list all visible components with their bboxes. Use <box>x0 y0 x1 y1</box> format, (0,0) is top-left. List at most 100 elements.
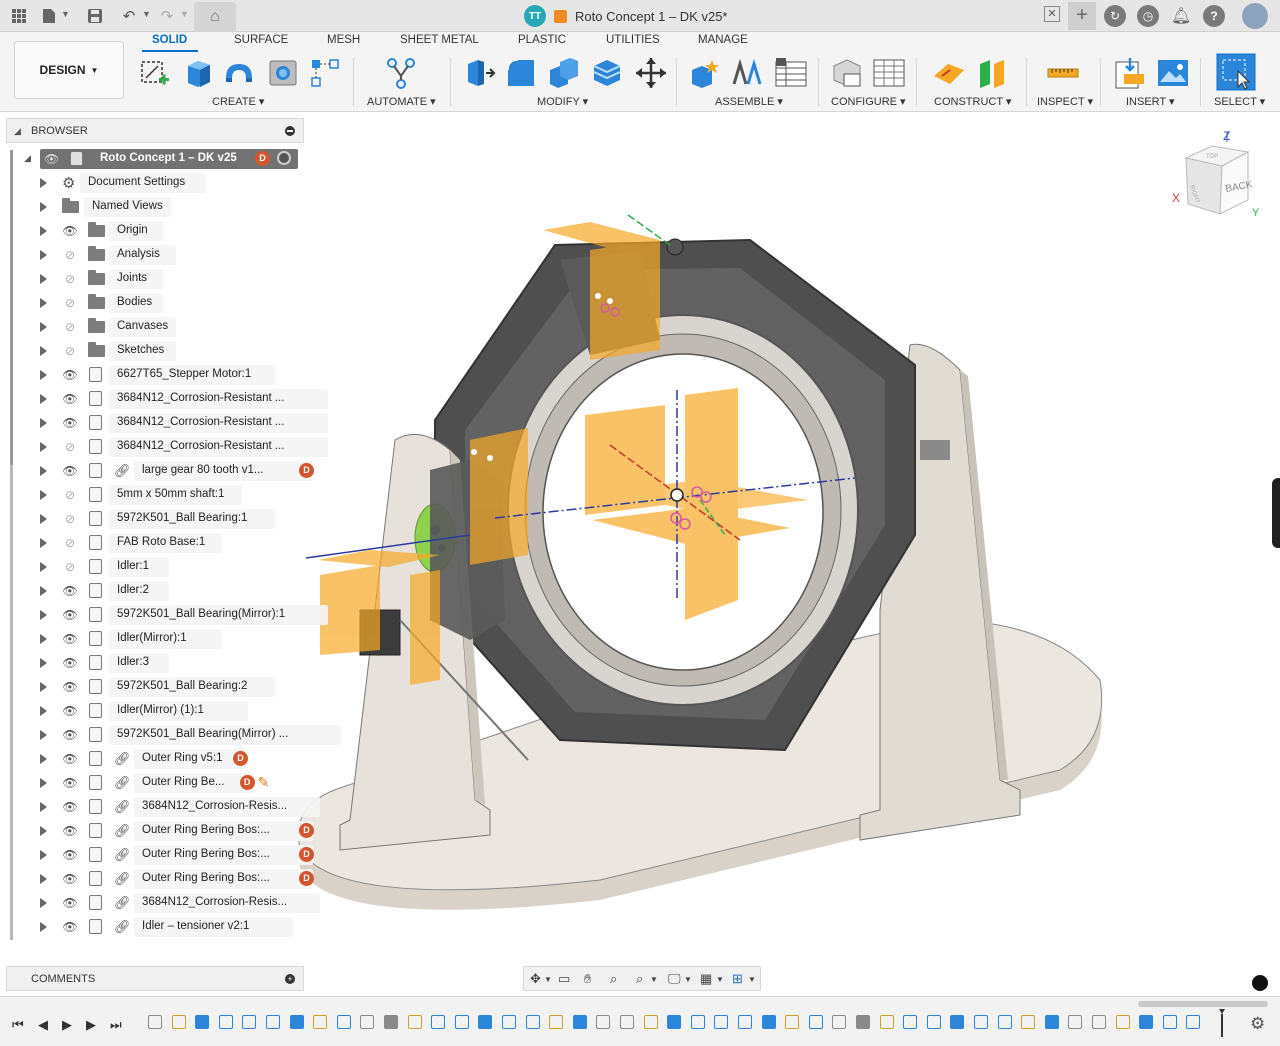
close-tab-icon[interactable]: ✕ <box>1044 6 1060 22</box>
expand-arrow-icon[interactable] <box>40 178 47 188</box>
configure-icon[interactable] <box>830 56 864 90</box>
feedback-icon[interactable] <box>1252 975 1268 991</box>
redo-caret-icon[interactable]: ▼ <box>180 9 189 19</box>
shell-icon[interactable] <box>590 56 624 90</box>
expand-arrow-icon[interactable] <box>40 922 47 932</box>
select-icon[interactable] <box>1216 53 1256 91</box>
visibility-eye-icon[interactable]: 👁︎ <box>62 224 78 238</box>
fit-zoom-icon[interactable]: ⌕ <box>636 971 643 987</box>
browser-tree-item[interactable]: 👁︎ Idler:2 <box>10 580 300 602</box>
browser-tree-item[interactable]: ⊘ 5972K501_Ball Bearing:1 <box>10 508 300 530</box>
timeline-feature-icon[interactable] <box>289 1015 304 1029</box>
display-caret-icon[interactable]: ▼ <box>684 975 692 984</box>
expand-arrow-icon[interactable] <box>40 874 47 884</box>
browser-tree-item[interactable]: 👁︎ 🔗︎ Idler – tensioner v2:1 <box>10 916 300 938</box>
pattern-icon[interactable] <box>308 56 342 90</box>
browser-tree-item[interactable]: ⊘ Sketches <box>10 340 300 362</box>
tab-utilities[interactable]: UTILITIES <box>606 34 660 46</box>
step-back-icon[interactable]: ◀ <box>38 1017 48 1033</box>
notification-bell-icon[interactable]: 🔔︎ <box>1170 5 1192 27</box>
expand-arrow-icon[interactable] <box>40 586 47 596</box>
timeline-feature-icon[interactable] <box>667 1015 682 1029</box>
browser-tree-item[interactable]: 👁︎ 🔗︎ Outer Ring Bering Bos:... D <box>10 820 314 842</box>
zoom-caret-icon[interactable]: ▼ <box>650 975 658 984</box>
timeline-feature-icon[interactable] <box>856 1015 870 1029</box>
new-tab-button[interactable]: + <box>1068 2 1096 30</box>
timeline-feature-icon[interactable] <box>926 1015 941 1029</box>
timeline-feature-icon[interactable] <box>407 1015 422 1029</box>
expand-arrow-icon[interactable] <box>40 442 47 452</box>
move-icon[interactable] <box>634 56 668 90</box>
timeline-feature-icon[interactable] <box>454 1015 469 1029</box>
visibility-eye-icon[interactable]: 👁︎ <box>62 776 78 790</box>
browser-tree-item[interactable]: 👁︎ Idler(Mirror) (1):1 <box>10 700 300 722</box>
go-to-start-icon[interactable]: ⏮ <box>12 1017 24 1033</box>
offset-plane-icon[interactable] <box>932 56 966 90</box>
eye-hidden-icon[interactable]: ⊘ <box>62 440 78 454</box>
browser-tree-item[interactable]: 👁︎ 3684N12_Corrosion-Resistant ... <box>10 388 328 410</box>
redo-icon[interactable]: ↷ <box>156 5 178 27</box>
timeline-feature-icon[interactable] <box>690 1015 705 1029</box>
drawing-badge-icon[interactable]: D <box>299 823 314 838</box>
visibility-eye-icon[interactable]: 👁︎ <box>62 752 78 766</box>
timeline-feature-icon[interactable] <box>478 1015 493 1029</box>
expand-arrow-icon[interactable] <box>40 706 47 716</box>
expand-arrow-icon[interactable] <box>40 826 47 836</box>
file-icon[interactable] <box>38 5 60 27</box>
tab-sheet-metal[interactable]: SHEET METAL <box>400 34 479 46</box>
create-sketch-icon[interactable] <box>138 56 172 90</box>
tab-plastic[interactable]: PLASTIC <box>518 34 566 46</box>
visibility-eye-icon[interactable]: 👁︎ <box>62 896 78 910</box>
timeline-feature-icon[interactable] <box>714 1015 729 1029</box>
combine-icon[interactable] <box>546 56 580 90</box>
browser-tree-item[interactable]: ⊘ Joints <box>10 268 300 290</box>
orbit-icon[interactable]: ✥ <box>530 971 541 987</box>
automate-group-label[interactable]: AUTOMATE ▾ <box>367 95 436 108</box>
drawing-badge-icon[interactable]: D <box>233 751 248 766</box>
browser-tree-item[interactable]: ⊘ Idler:1 <box>10 556 300 578</box>
expand-arrow-icon[interactable] <box>40 682 47 692</box>
extrude-icon[interactable] <box>182 56 216 90</box>
browser-tree-item[interactable]: ⊘ Analysis <box>10 244 300 266</box>
eye-hidden-icon[interactable]: ⊘ <box>62 248 78 262</box>
expand-arrow-icon[interactable] <box>40 322 47 332</box>
help-icon[interactable]: ? <box>1203 5 1225 27</box>
timeline-feature-icon[interactable] <box>336 1015 351 1029</box>
expand-arrow-icon[interactable] <box>40 394 47 404</box>
timeline-feature-icon[interactable] <box>1139 1015 1154 1029</box>
timeline-feature-icon[interactable] <box>997 1015 1012 1029</box>
expand-arrow-icon[interactable] <box>40 802 47 812</box>
visibility-eye-icon[interactable]: 👁︎ <box>62 872 78 886</box>
drawing-badge-icon[interactable]: D <box>255 151 270 166</box>
browser-tree-item[interactable]: ⊘ 5mm x 50mm shaft:1 <box>10 484 300 506</box>
expand-arrow-icon[interactable] <box>40 850 47 860</box>
save-icon[interactable] <box>84 5 106 27</box>
bill-of-materials-icon[interactable] <box>774 56 808 90</box>
browser-tree-item[interactable]: 👁︎ Origin <box>10 220 300 242</box>
activate-radio-icon[interactable] <box>277 151 291 165</box>
play-icon[interactable]: ▶ <box>62 1017 72 1033</box>
select-group-label[interactable]: SELECT ▾ <box>1214 95 1265 108</box>
expand-arrow-icon[interactable] <box>40 346 47 356</box>
timeline-feature-icon[interactable] <box>242 1015 257 1029</box>
tree-root[interactable]: ◢ 👁︎ Roto Concept 1 – DK v25 D <box>10 148 300 170</box>
eye-hidden-icon[interactable]: ⊘ <box>62 488 78 502</box>
expand-arrow-icon[interactable] <box>40 610 47 620</box>
comments-panel-header[interactable]: COMMENTS + <box>6 966 304 991</box>
expand-arrow-icon[interactable] <box>40 634 47 644</box>
look-at-icon[interactable]: ▭ <box>558 971 570 987</box>
drawing-badge-icon[interactable]: D <box>299 871 314 886</box>
tab-surface[interactable]: SURFACE <box>234 34 288 46</box>
timeline-feature-icon[interactable] <box>1021 1015 1036 1029</box>
grid-caret-icon[interactable]: ▼ <box>716 975 724 984</box>
timeline-feature-icon[interactable] <box>1115 1015 1130 1029</box>
timeline-feature-icon[interactable] <box>1186 1015 1201 1029</box>
visibility-eye-icon[interactable]: 👁︎ <box>62 392 78 406</box>
timeline-feature-icon[interactable] <box>596 1015 611 1029</box>
step-forward-icon[interactable]: ▶ <box>86 1017 96 1033</box>
timeline-feature-icon[interactable] <box>502 1015 516 1029</box>
browser-panel-header[interactable]: ◢ BROWSER <box>6 118 304 143</box>
timeline-feature-icon[interactable] <box>313 1015 328 1029</box>
configure-group-label[interactable]: CONFIGURE ▾ <box>831 95 906 108</box>
fillet-icon[interactable] <box>504 56 538 90</box>
